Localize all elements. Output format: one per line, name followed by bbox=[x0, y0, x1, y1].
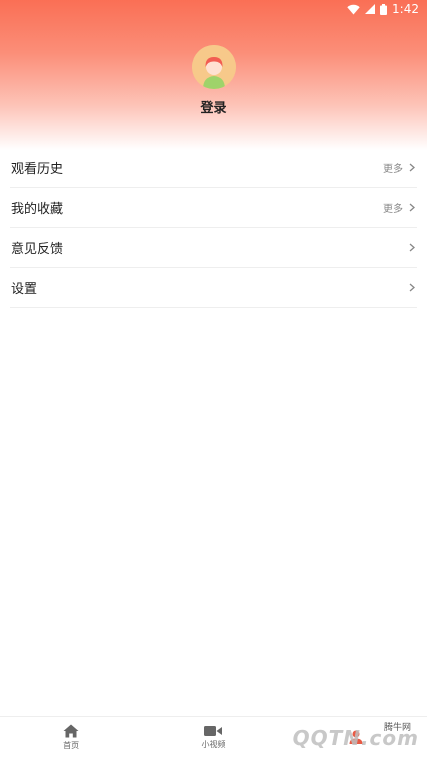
home-icon bbox=[63, 724, 79, 738]
menu-item-label: 观看历史 bbox=[11, 162, 64, 177]
nav-tab-home[interactable]: 首页 bbox=[0, 724, 142, 751]
menu-list: 观看历史 更多 我的收藏 更多 意见反馈 设置 bbox=[0, 148, 427, 308]
wifi-icon bbox=[347, 4, 360, 14]
nav-label: 首页 bbox=[63, 741, 80, 750]
user-icon bbox=[349, 730, 363, 744]
nav-label: 小视频 bbox=[201, 740, 226, 749]
menu-item-favorites[interactable]: 我的收藏 更多 bbox=[10, 188, 417, 228]
menu-item-right: 更多 bbox=[383, 160, 415, 175]
profile-section: 登录 bbox=[0, 45, 427, 116]
menu-item-settings[interactable]: 设置 bbox=[10, 268, 417, 308]
menu-item-label: 我的收藏 bbox=[11, 202, 64, 217]
status-bar: 1:42 bbox=[0, 0, 427, 18]
video-camera-icon bbox=[204, 726, 223, 736]
login-label[interactable]: 登录 bbox=[200, 97, 226, 116]
chevron-right-icon bbox=[409, 243, 415, 252]
chevron-right-icon bbox=[409, 283, 415, 292]
nav-tab-short-video[interactable]: 小视频 bbox=[142, 725, 284, 750]
signal-icon bbox=[365, 4, 376, 14]
chevron-right-icon bbox=[409, 163, 415, 172]
more-link[interactable]: 更多 bbox=[383, 200, 403, 215]
bottom-nav: 首页 小视频 bbox=[0, 716, 427, 758]
menu-item-feedback[interactable]: 意见反馈 bbox=[10, 228, 417, 268]
user-avatar-icon bbox=[191, 45, 236, 89]
menu-item-label: 意见反馈 bbox=[11, 242, 64, 257]
status-time: 1:42 bbox=[392, 2, 419, 16]
nav-tab-mine[interactable] bbox=[285, 730, 427, 746]
menu-item-watch-history[interactable]: 观看历史 更多 bbox=[10, 148, 417, 188]
menu-item-right bbox=[409, 243, 415, 252]
menu-item-right bbox=[409, 283, 415, 292]
battery-icon bbox=[380, 3, 388, 15]
menu-item-right: 更多 bbox=[383, 200, 415, 215]
menu-item-label: 设置 bbox=[11, 282, 38, 297]
more-link[interactable]: 更多 bbox=[383, 160, 403, 175]
chevron-right-icon bbox=[409, 203, 415, 212]
avatar[interactable] bbox=[191, 45, 236, 89]
